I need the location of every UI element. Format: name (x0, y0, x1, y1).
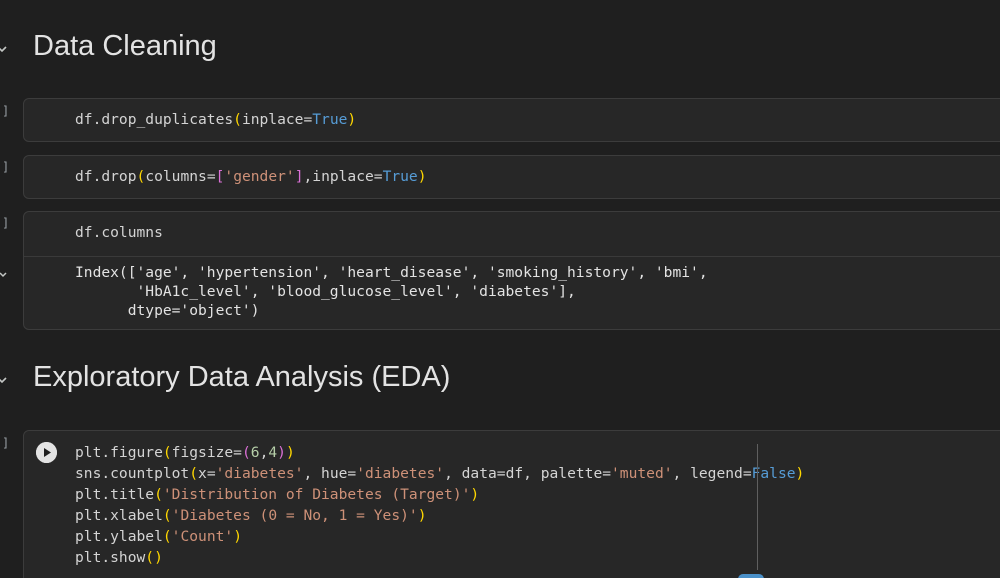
section-title: Data Cleaning (33, 30, 217, 62)
collapse-chevron-icon[interactable] (0, 373, 8, 385)
code-token: plt.title (75, 486, 155, 503)
code-token: ) (470, 486, 480, 503)
code-token: , legend= (672, 465, 752, 482)
editor-ruler-line (757, 444, 758, 570)
code-line[interactable]: df.drop_duplicates(inplace=True) (75, 109, 356, 130)
code-token: ) (417, 507, 427, 524)
code-token: ( (189, 465, 199, 482)
code-line[interactable]: plt.show() (75, 547, 163, 568)
code-token: True (312, 111, 348, 128)
code-token: ( (136, 168, 146, 185)
code-token: 'Distribution of Diabetes (Target)' (162, 486, 471, 503)
code-token: ( (154, 486, 163, 503)
run-cell-button[interactable] (36, 442, 57, 463)
code-token: columns= (145, 168, 216, 185)
code-token: 'diabetes' (215, 465, 304, 482)
output-toggle-chevron-icon[interactable] (0, 267, 8, 278)
code-token: ) (233, 528, 242, 545)
code-token: ) (347, 111, 357, 128)
code-token: ( (162, 507, 172, 524)
collapse-chevron-icon[interactable] (0, 42, 8, 54)
output-line: dtype='object') (75, 302, 260, 319)
code-token: df.drop_duplicates (75, 111, 234, 128)
code-token: ) (795, 465, 805, 482)
code-token: 'diabetes' (356, 465, 445, 482)
code-line[interactable]: plt.figure(figsize=(6,4)) (75, 442, 295, 463)
code-line[interactable]: df.columns (75, 222, 163, 243)
code-line[interactable]: plt.ylabel('Count') (75, 526, 242, 547)
code-token: plt.show (75, 549, 146, 566)
code-token: 'muted' (611, 465, 673, 482)
code-token: figsize= (171, 444, 242, 461)
code-token: True (382, 168, 418, 185)
code-token: False (751, 465, 796, 482)
code-line[interactable]: plt.title('Distribution of Diabetes (Tar… (75, 484, 479, 505)
code-token: 4 (268, 444, 278, 461)
play-icon (36, 442, 57, 463)
code-token: ) (417, 168, 427, 185)
code-token: ( (241, 444, 251, 461)
execution-count-bracket: ] (2, 216, 10, 230)
code-token: ,inplace= (303, 168, 383, 185)
section-title: Exploratory Data Analysis (EDA) (33, 361, 451, 393)
execution-count-bracket: ] (2, 160, 10, 174)
code-token: ) (277, 444, 286, 461)
code-token: () (145, 549, 163, 566)
scroll-indicator[interactable] (738, 574, 764, 578)
code-token: df.drop (75, 168, 137, 185)
code-token: , data=df, palette= (444, 465, 612, 482)
code-token: 'Count' (171, 528, 234, 545)
code-token: , hue= (303, 465, 357, 482)
code-token: x= (198, 465, 216, 482)
code-token: plt.figure (75, 444, 163, 461)
code-token: plt.xlabel (75, 507, 163, 524)
execution-count-bracket: ] (2, 436, 10, 450)
code-token: ( (162, 528, 172, 545)
code-line[interactable]: sns.countplot(x='diabetes', hue='diabete… (75, 463, 804, 484)
code-token: inplace= (241, 111, 313, 128)
code-token: ) (285, 444, 295, 461)
notebook-page: Data Cleaning ] df.drop_duplicates(inpla… (0, 0, 1000, 578)
code-token: 'Diabetes (0 = No, 1 = Yes)' (171, 507, 418, 524)
code-token: 'gender' (224, 168, 295, 185)
output-line: Index(['age', 'hypertension', 'heart_dis… (75, 264, 708, 281)
code-line[interactable]: plt.xlabel('Diabetes (0 = No, 1 = Yes)') (75, 505, 426, 526)
output-line: 'HbA1c_level', 'blood_glucose_level', 'd… (75, 283, 576, 300)
code-token: ( (162, 444, 172, 461)
code-token: sns.countplot (75, 465, 190, 482)
execution-count-bracket: ] (2, 104, 10, 118)
code-line[interactable]: df.drop(columns=['gender'],inplace=True) (75, 166, 427, 187)
code-token: plt.ylabel (75, 528, 163, 545)
code-token: ( (233, 111, 242, 128)
code-token: ] (294, 168, 304, 185)
code-token: 6 (250, 444, 260, 461)
